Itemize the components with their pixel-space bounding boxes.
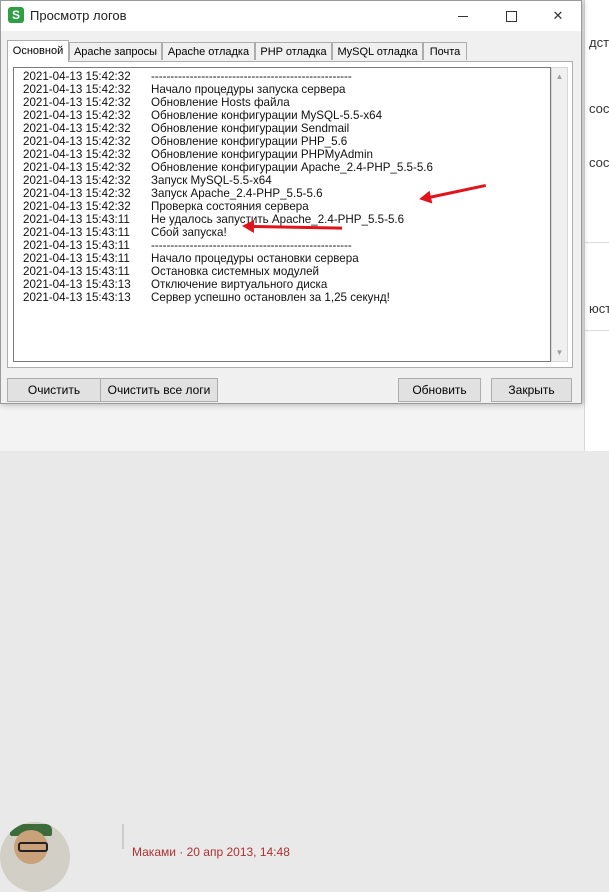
close-window-button[interactable]: ✕ [535,1,581,31]
minimize-icon [458,16,468,18]
log-timestamp: 2021-04-13 15:42:32 [23,200,131,213]
close-button[interactable]: Закрыть [491,378,572,402]
log-message: Запуск Apache_2.4-PHP_5.5-5.6 [151,187,323,200]
comment-author: Маками · 20 апр 2013, 14:48 [132,845,290,859]
background-text-fragment: дсту [589,35,609,50]
refresh-button[interactable]: Обновить [398,378,481,402]
log-message: Обновление конфигурации PHP_5.6 [151,135,348,148]
log-message: Запуск MySQL-5.5-x64 [151,174,272,187]
tab-php-debug[interactable]: PHP отладка [255,42,332,60]
background-page-bottom: Маками · 20 апр 2013, 14:48 [0,404,609,892]
app-logo-icon: S [8,7,24,23]
maximize-button[interactable] [488,1,534,31]
log-timestamp: 2021-04-13 15:43:11 [23,239,130,252]
log-message: Обновление конфигурации MySQL-5.5-x64 [151,109,383,122]
log-message: ----------------------------------------… [151,70,352,83]
tab-main[interactable]: Основной [7,40,69,62]
log-textarea[interactable]: 2021-04-13 15:42:32 ---------------------… [13,67,551,362]
comment-divider [122,824,124,849]
log-timestamp: 2021-04-13 15:42:32 [23,161,131,174]
log-line: 2021-04-13 15:42:32 ---------------------… [23,70,352,83]
log-line: 2021-04-13 15:42:32 Запуск Apache_2.4-PHP… [23,187,323,200]
log-line: 2021-04-13 15:43:11 ---------------------… [23,239,352,252]
log-timestamp: 2021-04-13 15:42:32 [23,96,131,109]
log-message: Обновление Hosts файла [151,96,290,109]
log-message: Начало процедуры остановки сервера [151,252,359,265]
window-title: Просмотр логов [30,8,127,23]
log-line: 2021-04-13 15:43:13 Сервер успешно остано… [23,291,390,304]
log-message: Начало процедуры запуска сервера [151,83,346,96]
clear-all-logs-button[interactable]: Очистить все логи [100,378,218,402]
tab-apache-requests[interactable]: Apache запросы [69,42,162,60]
title-bar[interactable]: S Просмотр логов ✕ [1,1,581,31]
scroll-up-icon[interactable]: ▲ [552,68,567,85]
background-text-fragment: юст [589,301,609,316]
log-line: 2021-04-13 15:42:32 Обновление конфигурац… [23,148,373,161]
log-message: Отключение виртуального диска [151,278,328,291]
log-message: Не удалось запустить Apache_2.4-PHP_5.5-… [151,213,405,226]
log-line: 2021-04-13 15:42:32 Обновление конфигурац… [23,122,349,135]
minimize-button[interactable] [440,1,486,31]
background-page-right: дсту состоя состоя юст [584,0,609,451]
log-timestamp: 2021-04-13 15:43:13 [23,278,131,291]
log-timestamp: 2021-04-13 15:42:32 [23,70,131,83]
user-avatar [0,822,70,892]
tab-mysql-debug[interactable]: MySQL отладка [332,42,423,60]
log-message: Остановка системных модулей [151,265,320,278]
log-timestamp: 2021-04-13 15:42:32 [23,83,131,96]
log-timestamp: 2021-04-13 15:42:32 [23,148,131,161]
log-timestamp: 2021-04-13 15:43:11 [23,265,130,278]
maximize-icon [505,11,517,23]
log-timestamp: 2021-04-13 15:43:11 [23,252,130,265]
log-line: 2021-04-13 15:42:32 Запуск MySQL-5.5-x64 [23,174,272,187]
log-message: Сбой запуска! [151,226,227,239]
log-viewer-window: S Просмотр логов ✕ Основной Apache запро… [0,0,582,404]
log-message: Обновление конфигурации Apache_2.4-PHP_5… [151,161,433,174]
log-line: 2021-04-13 15:42:32 Обновление конфигурац… [23,161,433,174]
log-line: 2021-04-13 15:42:32 Начало процедуры запу… [23,83,346,96]
log-line: 2021-04-13 15:43:11 Начало процедуры оста… [23,252,359,265]
log-timestamp: 2021-04-13 15:43:11 [23,213,130,226]
background-text-fragment: состоя [589,155,609,170]
log-message: Сервер успешно остановлен за 1,25 секунд… [151,291,390,304]
log-line: 2021-04-13 15:43:11 Сбой запуска! [23,226,227,239]
log-line: 2021-04-13 15:43:11 Остановка системных м… [23,265,319,278]
log-message: Обновление конфигурации Sendmail [151,122,350,135]
log-line: 2021-04-13 15:42:32 Обновление конфигурац… [23,109,382,122]
log-scrollbar[interactable]: ▲ ▼ [551,67,568,362]
log-line: 2021-04-13 15:43:13 Отключение виртуально… [23,278,327,291]
log-timestamp: 2021-04-13 15:42:32 [23,187,131,200]
log-line: 2021-04-13 15:43:11 Не удалось запустить … [23,213,404,226]
tab-mail[interactable]: Почта [423,42,467,60]
tab-panel-main: 2021-04-13 15:42:32 ---------------------… [7,61,573,368]
log-line: 2021-04-13 15:42:32 Проверка состояния се… [23,200,309,213]
clear-button[interactable]: Очистить [7,378,101,402]
close-icon: ✕ [552,8,564,23]
scroll-down-icon[interactable]: ▼ [552,344,567,361]
log-timestamp: 2021-04-13 15:42:32 [23,174,131,187]
log-timestamp: 2021-04-13 15:42:32 [23,109,131,122]
window-client-area: Основной Apache запросы Apache отладка P… [1,31,581,403]
log-timestamp: 2021-04-13 15:43:13 [23,291,131,304]
background-text-fragment: состоя [589,101,609,116]
tab-apache-debug[interactable]: Apache отладка [162,42,255,60]
log-timestamp: 2021-04-13 15:42:32 [23,135,131,148]
log-message: Проверка состояния сервера [151,200,309,213]
log-timestamp: 2021-04-13 15:42:32 [23,122,131,135]
log-line: 2021-04-13 15:42:32 Обновление конфигурац… [23,135,347,148]
log-line: 2021-04-13 15:42:32 Обновление Hosts файл… [23,96,290,109]
log-timestamp: 2021-04-13 15:43:11 [23,226,130,239]
log-message: Обновление конфигурации PHPMyAdmin [151,148,373,161]
log-message: ----------------------------------------… [151,239,352,252]
